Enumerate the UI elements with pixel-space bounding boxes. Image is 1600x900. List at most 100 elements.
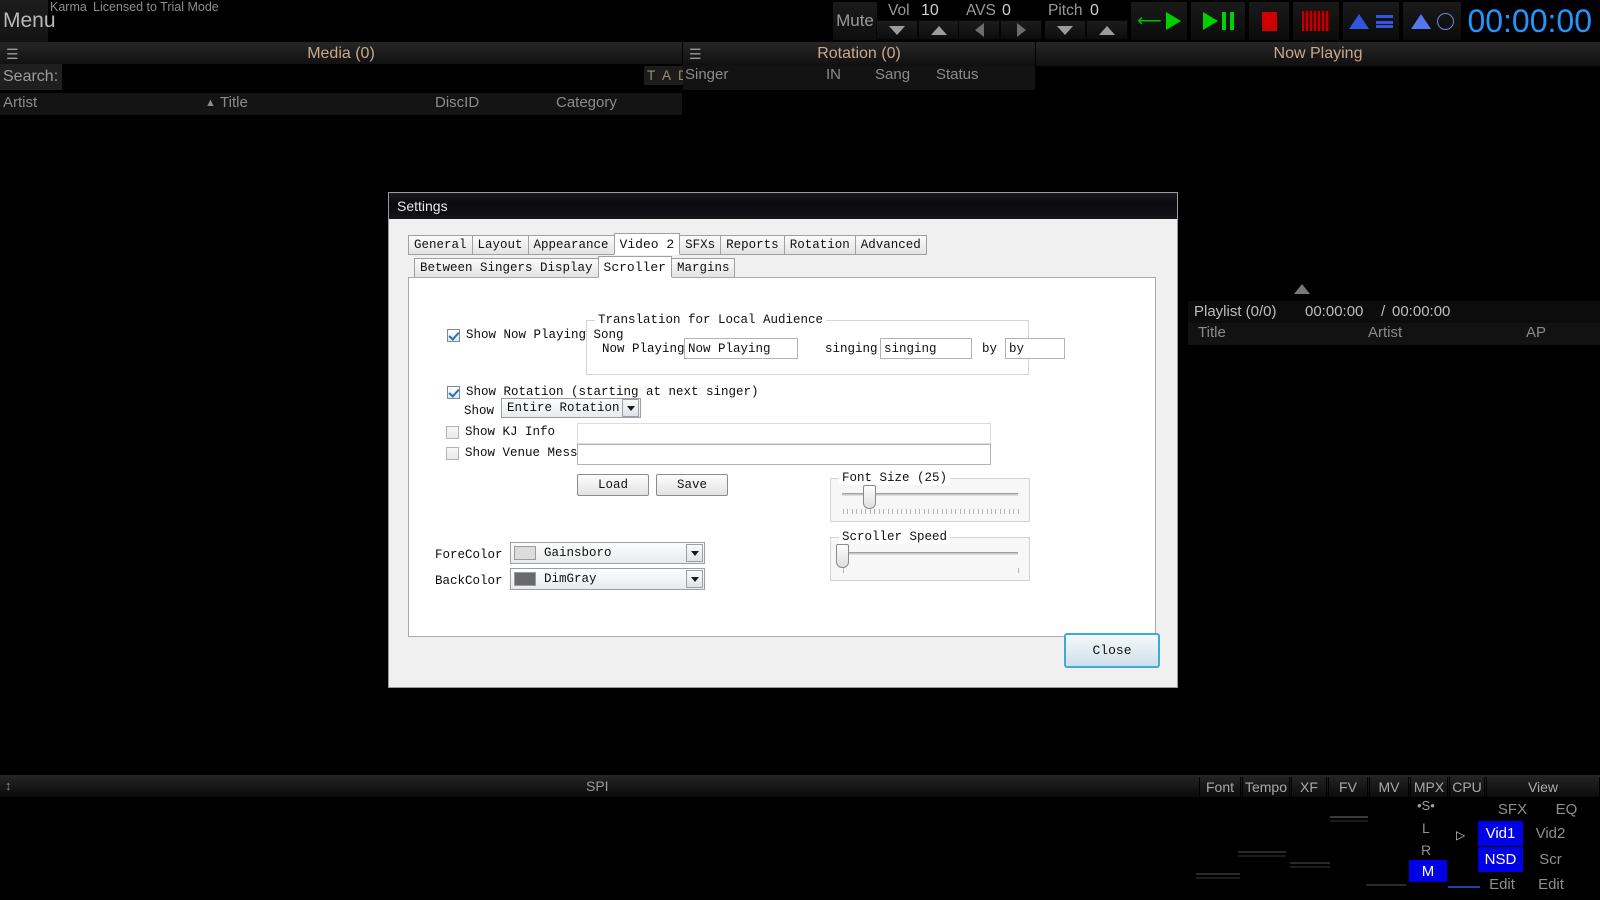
show-venue-message-checkbox[interactable] (446, 447, 459, 460)
playlist-col-ap[interactable]: AP (1526, 324, 1546, 341)
view-vid1-button[interactable]: Vid1 (1478, 821, 1523, 846)
view-vid2-button[interactable]: Vid2 (1524, 821, 1577, 846)
view-nsd-button[interactable]: NSD (1478, 847, 1523, 872)
rotation-col-in[interactable]: IN (826, 66, 841, 83)
view-eq-button[interactable]: EQ (1540, 798, 1593, 820)
mv-fader[interactable] (1366, 884, 1406, 886)
kj-info-input[interactable] (577, 423, 991, 444)
singer-up-button[interactable] (1402, 2, 1462, 40)
tab-reports[interactable]: Reports (720, 235, 785, 255)
record-button[interactable] (1292, 2, 1340, 40)
load-button[interactable]: Load (577, 474, 649, 496)
media-col-discid[interactable]: DiscID (435, 94, 479, 111)
media-col-title[interactable]: Title (220, 94, 248, 111)
queue-up-button[interactable] (1342, 2, 1400, 40)
tab-between-singers-display[interactable]: Between Singers Display (414, 258, 599, 278)
search-input[interactable] (62, 64, 682, 90)
show-rotation-row[interactable]: Show Rotation (starting at next singer) (447, 385, 759, 399)
venue-message-input[interactable] (577, 444, 991, 465)
bottom-tab-mv[interactable]: MV (1369, 777, 1409, 797)
now-playing-input[interactable] (684, 338, 798, 359)
show-rotation-select[interactable]: Entire Rotation (501, 398, 641, 418)
avs-up-button[interactable] (1000, 20, 1042, 40)
chevron-down-icon[interactable] (622, 399, 639, 417)
tab-margins[interactable]: Margins (671, 258, 736, 278)
scroller-speed-slider-track[interactable] (842, 552, 1018, 555)
nowplaying-pane-header[interactable]: Now Playing (1036, 42, 1600, 66)
show-kj-info-row[interactable]: Show KJ Info (446, 425, 555, 439)
mpx-stereo-label[interactable]: •S• (1417, 798, 1435, 813)
rotation-col-sang[interactable]: Sang (875, 66, 910, 83)
rotation-pane-header[interactable]: ☰ Rotation (0) (683, 42, 1035, 66)
mpx-right-label[interactable]: R (1421, 842, 1431, 858)
stop-button[interactable] (1248, 2, 1290, 40)
tab-appearance[interactable]: Appearance (528, 235, 615, 255)
pitch-up-button[interactable] (1086, 20, 1128, 40)
back-arrow-icon: ⟵ (1137, 15, 1161, 27)
font-size-slider-ticks (843, 509, 1019, 515)
mpx-left-label[interactable]: L (1422, 820, 1430, 836)
font-fader[interactable] (1196, 873, 1240, 875)
avs-down-button[interactable] (958, 20, 1000, 40)
hamburger-icon[interactable]: ☰ (689, 46, 702, 62)
show-kj-info-checkbox[interactable] (446, 426, 459, 439)
close-button[interactable]: Close (1064, 633, 1160, 668)
tab-sfxs[interactable]: SFXs (679, 235, 721, 255)
bottom-tab-fv[interactable]: FV (1328, 777, 1368, 797)
save-button[interactable]: Save (656, 474, 728, 496)
show-rotation-checkbox[interactable] (447, 386, 460, 399)
chevron-down-icon[interactable] (686, 544, 703, 562)
list-icon (1376, 15, 1393, 28)
restart-play-button[interactable]: ⟵ (1130, 2, 1188, 40)
bottom-tab-tempo[interactable]: Tempo (1242, 777, 1290, 797)
hamburger-icon[interactable]: ☰ (6, 46, 19, 62)
scroller-speed-slider-thumb[interactable] (836, 544, 849, 568)
bottom-tab-view[interactable]: View (1486, 777, 1600, 797)
singing-input[interactable] (880, 338, 972, 359)
view-scr-button[interactable]: Scr (1524, 847, 1577, 872)
resize-handle-icon[interactable]: ↕ (5, 778, 12, 793)
bottom-tab-cpu[interactable]: CPU (1449, 777, 1485, 797)
playlist-col-artist[interactable]: Artist (1368, 324, 1402, 341)
tab-rotation[interactable]: Rotation (784, 235, 856, 255)
media-col-artist[interactable]: Artist (3, 94, 37, 111)
translation-group: Translation for Local Audience Now Playi… (586, 320, 1029, 375)
xf-fader[interactable] (1290, 862, 1330, 864)
view-sfx-button[interactable]: SFX (1486, 798, 1539, 820)
media-col-category[interactable]: Category (556, 94, 617, 111)
pitch-down-button[interactable] (1044, 20, 1086, 40)
tempo-fader[interactable] (1238, 851, 1286, 853)
chevron-down-icon[interactable] (686, 570, 703, 588)
bottom-tab-font[interactable]: Font (1199, 777, 1241, 797)
view-edit-right-button[interactable]: Edit (1527, 872, 1575, 896)
playlist-col-title[interactable]: Title (1198, 324, 1226, 341)
forecolor-select[interactable]: Gainsboro (510, 542, 705, 564)
avs-label: AVS (966, 2, 996, 20)
show-rotation-label: Show Rotation (starting at next singer) (466, 385, 759, 399)
fv-fader[interactable] (1330, 816, 1368, 818)
tab-advanced[interactable]: Advanced (855, 235, 927, 255)
tab-video-2[interactable]: Video 2 (614, 233, 681, 255)
bottom-tab-xf[interactable]: XF (1291, 777, 1327, 797)
backcolor-select[interactable]: DimGray (510, 568, 705, 590)
scroll-up-icon[interactable] (1294, 284, 1310, 294)
volume-up-button[interactable] (918, 20, 960, 40)
rotation-col-status[interactable]: Status (936, 66, 979, 83)
media-pane-header[interactable]: ☰ Media (0) (0, 42, 682, 66)
play-pause-button[interactable] (1190, 2, 1246, 40)
by-input[interactable] (1005, 338, 1065, 359)
tab-layout[interactable]: Layout (472, 235, 529, 255)
menu-button[interactable]: Menu (0, 0, 48, 42)
volume-down-button[interactable] (876, 20, 918, 40)
mute-button[interactable]: Mute (832, 2, 878, 40)
font-size-slider-thumb[interactable] (863, 485, 876, 509)
fv-fader-shadow (1330, 820, 1368, 822)
rotation-col-singer[interactable]: Singer (685, 66, 728, 83)
mpx-mono-button[interactable]: M (1409, 860, 1447, 882)
rotation-column-header: Singer IN Sang Status (683, 66, 1035, 90)
view-edit-left-button[interactable]: Edit (1478, 872, 1526, 896)
tab-general[interactable]: General (408, 235, 473, 255)
bottom-tab-mpx[interactable]: MPX (1410, 777, 1448, 797)
tab-scroller[interactable]: Scroller (598, 256, 672, 278)
show-now-playing-checkbox[interactable] (447, 329, 460, 342)
